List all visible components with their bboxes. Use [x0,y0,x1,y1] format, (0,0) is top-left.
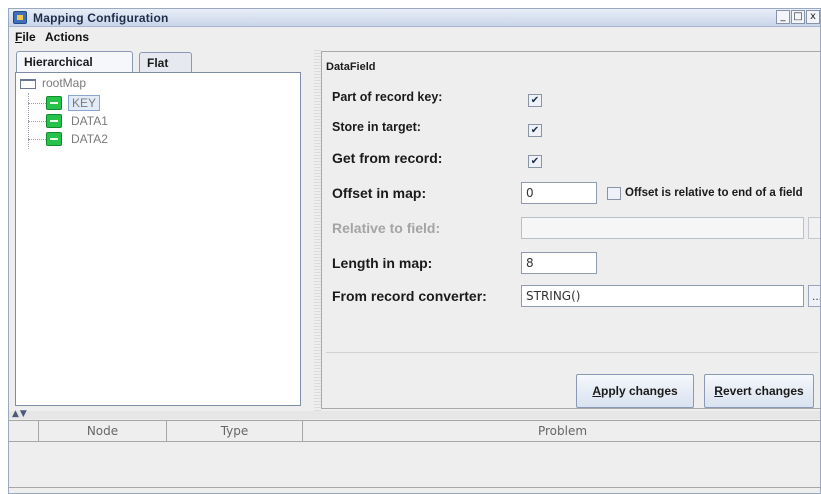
tree-branch-line [28,139,46,140]
offset-label: Offset in map: [332,185,427,201]
tree-item-data2[interactable]: DATA2 [68,131,111,147]
mapping-tree[interactable]: rootMap KEY DATA1 DATA2 [15,72,301,406]
vertical-splitter[interactable] [314,49,321,411]
menu-actions[interactable]: Actions [45,30,89,44]
column-header-type[interactable]: Type [167,421,303,441]
get-from-record-label: Get from record: [332,150,443,166]
field-leaf-icon [46,96,62,110]
length-label: Length in map: [332,255,433,271]
app-icon [13,11,27,24]
window-title: Mapping Configuration [33,11,169,25]
revert-label: evert changes [722,384,804,398]
tab-hierarchical[interactable]: Hierarchical [16,51,133,73]
offset-input[interactable]: 0 [521,182,597,204]
revert-changes-button[interactable]: Revert changes [704,374,814,408]
part-of-key-checkbox[interactable]: ✔ [528,94,542,107]
menu-bar: File Actions [9,27,820,47]
tree-root-label: rootMap [42,76,87,90]
apply-mnemonic: A [592,384,601,398]
tree-item-key[interactable]: KEY [68,95,101,111]
menu-file-label: ile [22,30,36,44]
section-title: DataField [326,61,376,73]
window-controls: _ □ x [776,10,820,24]
part-of-key-label: Part of record key: [332,90,443,104]
minimize-button[interactable]: _ [776,10,790,24]
title-bar[interactable]: Mapping Configuration _ □ x [9,9,820,27]
store-in-target-checkbox[interactable]: ✔ [528,124,542,137]
close-button[interactable]: x [806,10,820,24]
maximize-button[interactable]: □ [791,10,805,24]
problems-table: Node Type Problem [9,420,820,493]
apply-changes-button[interactable]: Apply changes [576,374,694,408]
tree-panel: Flat Hierarchical rootMap KEY DATA1 DATA… [13,51,313,408]
relative-to-field-browse-button[interactable] [808,217,820,239]
mapping-configuration-window: Mapping Configuration _ □ x File Actions… [8,8,821,494]
menu-file[interactable]: File [15,30,36,44]
horizontal-splitter[interactable]: ▲▼ [9,409,820,419]
splitter-arrows-icon[interactable]: ▲▼ [12,409,28,419]
table-header: Node Type Problem [9,420,820,442]
field-leaf-icon [46,132,62,146]
column-header-node[interactable]: Node [39,421,167,441]
problems-table-body[interactable] [9,446,820,488]
datafield-panel: DataField Part of record key: ✔ Store in… [321,51,820,409]
converter-browse-button[interactable]: ... [808,285,820,307]
converter-input[interactable]: STRING() [521,285,804,307]
relative-to-field-label: Relative to field: [332,220,441,236]
tree-branch-line [28,121,46,122]
folder-icon [20,79,36,89]
relative-to-field-input[interactable] [521,217,804,239]
separator [326,352,819,353]
length-input[interactable]: 8 [521,252,597,274]
get-from-record-checkbox[interactable]: ✔ [528,155,542,168]
tree-item-data1[interactable]: DATA1 [68,113,111,129]
store-in-target-label: Store in target: [332,120,421,134]
column-header-problem[interactable]: Problem [303,421,820,441]
field-leaf-icon [46,114,62,128]
tab-flat[interactable]: Flat [139,52,192,72]
offset-relative-label: Offset is relative to end of a field [625,187,803,199]
offset-relative-checkbox[interactable] [607,187,621,200]
tree-branch-line [28,103,46,104]
apply-label: pply changes [600,384,678,398]
converter-label: From record converter: [332,288,487,304]
column-header-blank[interactable] [9,421,39,441]
revert-mnemonic: R [714,384,723,398]
